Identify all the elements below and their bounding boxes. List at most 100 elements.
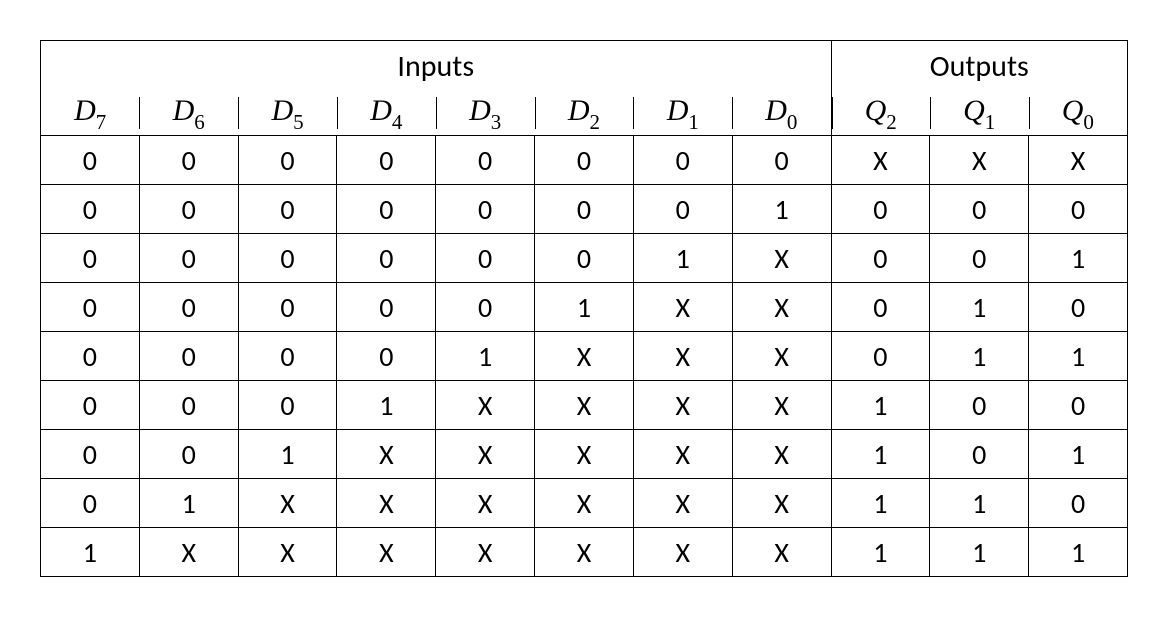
col-header-q0: Q0	[1029, 91, 1128, 136]
cell-d4: 0	[337, 332, 436, 381]
cell-d2: 0	[535, 136, 634, 185]
cell-d6: 0	[139, 332, 238, 381]
table-row: 01XXXXXX110	[41, 479, 1128, 528]
cell-q1: 0	[930, 234, 1029, 283]
cell-d1: X	[633, 332, 732, 381]
cell-q0: 1	[1029, 234, 1128, 283]
table-row: 0001XXXX100	[41, 381, 1128, 430]
cell-d7: 0	[41, 381, 140, 430]
table-body: 00000000XXX000000010000000001X001000001X…	[41, 136, 1128, 577]
cell-d4: X	[337, 430, 436, 479]
cell-d4: 0	[337, 234, 436, 283]
col-header-d4: D4	[337, 91, 436, 136]
cell-d0: X	[732, 528, 831, 577]
cell-d7: 0	[41, 283, 140, 332]
cell-d1: X	[633, 528, 732, 577]
col-header-d6: D6	[139, 91, 238, 136]
cell-d0: X	[732, 234, 831, 283]
cell-d4: X	[337, 528, 436, 577]
table-row: 00000000XXX	[41, 136, 1128, 185]
cell-d3: X	[436, 381, 535, 430]
cell-d3: X	[436, 528, 535, 577]
cell-d5: 0	[238, 381, 337, 430]
cell-d2: X	[535, 479, 634, 528]
cell-q0: 1	[1029, 332, 1128, 381]
col-header-d7: D7	[41, 91, 140, 136]
cell-d7: 1	[41, 528, 140, 577]
table-row: 00001XXX011	[41, 332, 1128, 381]
group-header-inputs: Inputs	[41, 41, 832, 92]
cell-q0: 0	[1029, 283, 1128, 332]
cell-q1: 1	[930, 479, 1029, 528]
cell-d0: 0	[732, 136, 831, 185]
col-header-d5: D5	[238, 91, 337, 136]
cell-d6: 0	[139, 381, 238, 430]
cell-d5: 0	[238, 136, 337, 185]
cell-q2: 1	[831, 528, 930, 577]
cell-d1: X	[633, 479, 732, 528]
cell-q1: 1	[930, 528, 1029, 577]
cell-d3: X	[436, 479, 535, 528]
cell-d1: 0	[633, 136, 732, 185]
cell-q1: 0	[930, 381, 1029, 430]
col-header-d1: D1	[633, 91, 732, 136]
cell-d7: 0	[41, 234, 140, 283]
cell-d2: X	[535, 528, 634, 577]
cell-d5: 1	[238, 430, 337, 479]
col-header-d3: D3	[436, 91, 535, 136]
cell-q0: 1	[1029, 528, 1128, 577]
cell-q0: 0	[1029, 185, 1128, 234]
cell-d6: 0	[139, 234, 238, 283]
cell-d0: 1	[732, 185, 831, 234]
table-row: 0000001X001	[41, 234, 1128, 283]
table-row: 1XXXXXXX111	[41, 528, 1128, 577]
cell-q2: 0	[831, 283, 930, 332]
cell-q0: 0	[1029, 479, 1128, 528]
cell-d5: X	[238, 528, 337, 577]
cell-d6: 1	[139, 479, 238, 528]
cell-q0: 1	[1029, 430, 1128, 479]
cell-d0: X	[732, 479, 831, 528]
cell-d1: 0	[633, 185, 732, 234]
cell-d3: X	[436, 430, 535, 479]
cell-d6: X	[139, 528, 238, 577]
cell-d5: 0	[238, 234, 337, 283]
cell-d7: 0	[41, 136, 140, 185]
col-header-d2: D2	[535, 91, 634, 136]
cell-q1: 1	[930, 283, 1029, 332]
cell-d3: 0	[436, 185, 535, 234]
cell-d1: X	[633, 430, 732, 479]
cell-d2: 0	[535, 185, 634, 234]
cell-d5: X	[238, 479, 337, 528]
cell-d7: 0	[41, 332, 140, 381]
cell-d4: 1	[337, 381, 436, 430]
cell-d6: 0	[139, 185, 238, 234]
cell-d1: X	[633, 283, 732, 332]
cell-d6: 0	[139, 136, 238, 185]
cell-q2: 0	[831, 185, 930, 234]
cell-d3: 1	[436, 332, 535, 381]
col-header-d0: D0	[732, 91, 831, 136]
cell-d6: 0	[139, 283, 238, 332]
cell-d0: X	[732, 381, 831, 430]
group-header-outputs: Outputs	[831, 41, 1128, 92]
cell-q0: X	[1029, 136, 1128, 185]
cell-d1: X	[633, 381, 732, 430]
cell-d4: 0	[337, 185, 436, 234]
cell-q1: X	[930, 136, 1029, 185]
table-row: 00000001000	[41, 185, 1128, 234]
cell-q2: 1	[831, 479, 930, 528]
cell-q2: 1	[831, 430, 930, 479]
table-row: 001XXXXX101	[41, 430, 1128, 479]
cell-d4: 0	[337, 283, 436, 332]
cell-d0: X	[732, 332, 831, 381]
cell-q1: 0	[930, 430, 1029, 479]
cell-q1: 1	[930, 332, 1029, 381]
col-header-q1: Q1	[930, 91, 1029, 136]
cell-q2: 0	[831, 234, 930, 283]
cell-q0: 0	[1029, 381, 1128, 430]
cell-d7: 0	[41, 185, 140, 234]
cell-d4: 0	[337, 136, 436, 185]
cell-d3: 0	[436, 234, 535, 283]
cell-d3: 0	[436, 136, 535, 185]
